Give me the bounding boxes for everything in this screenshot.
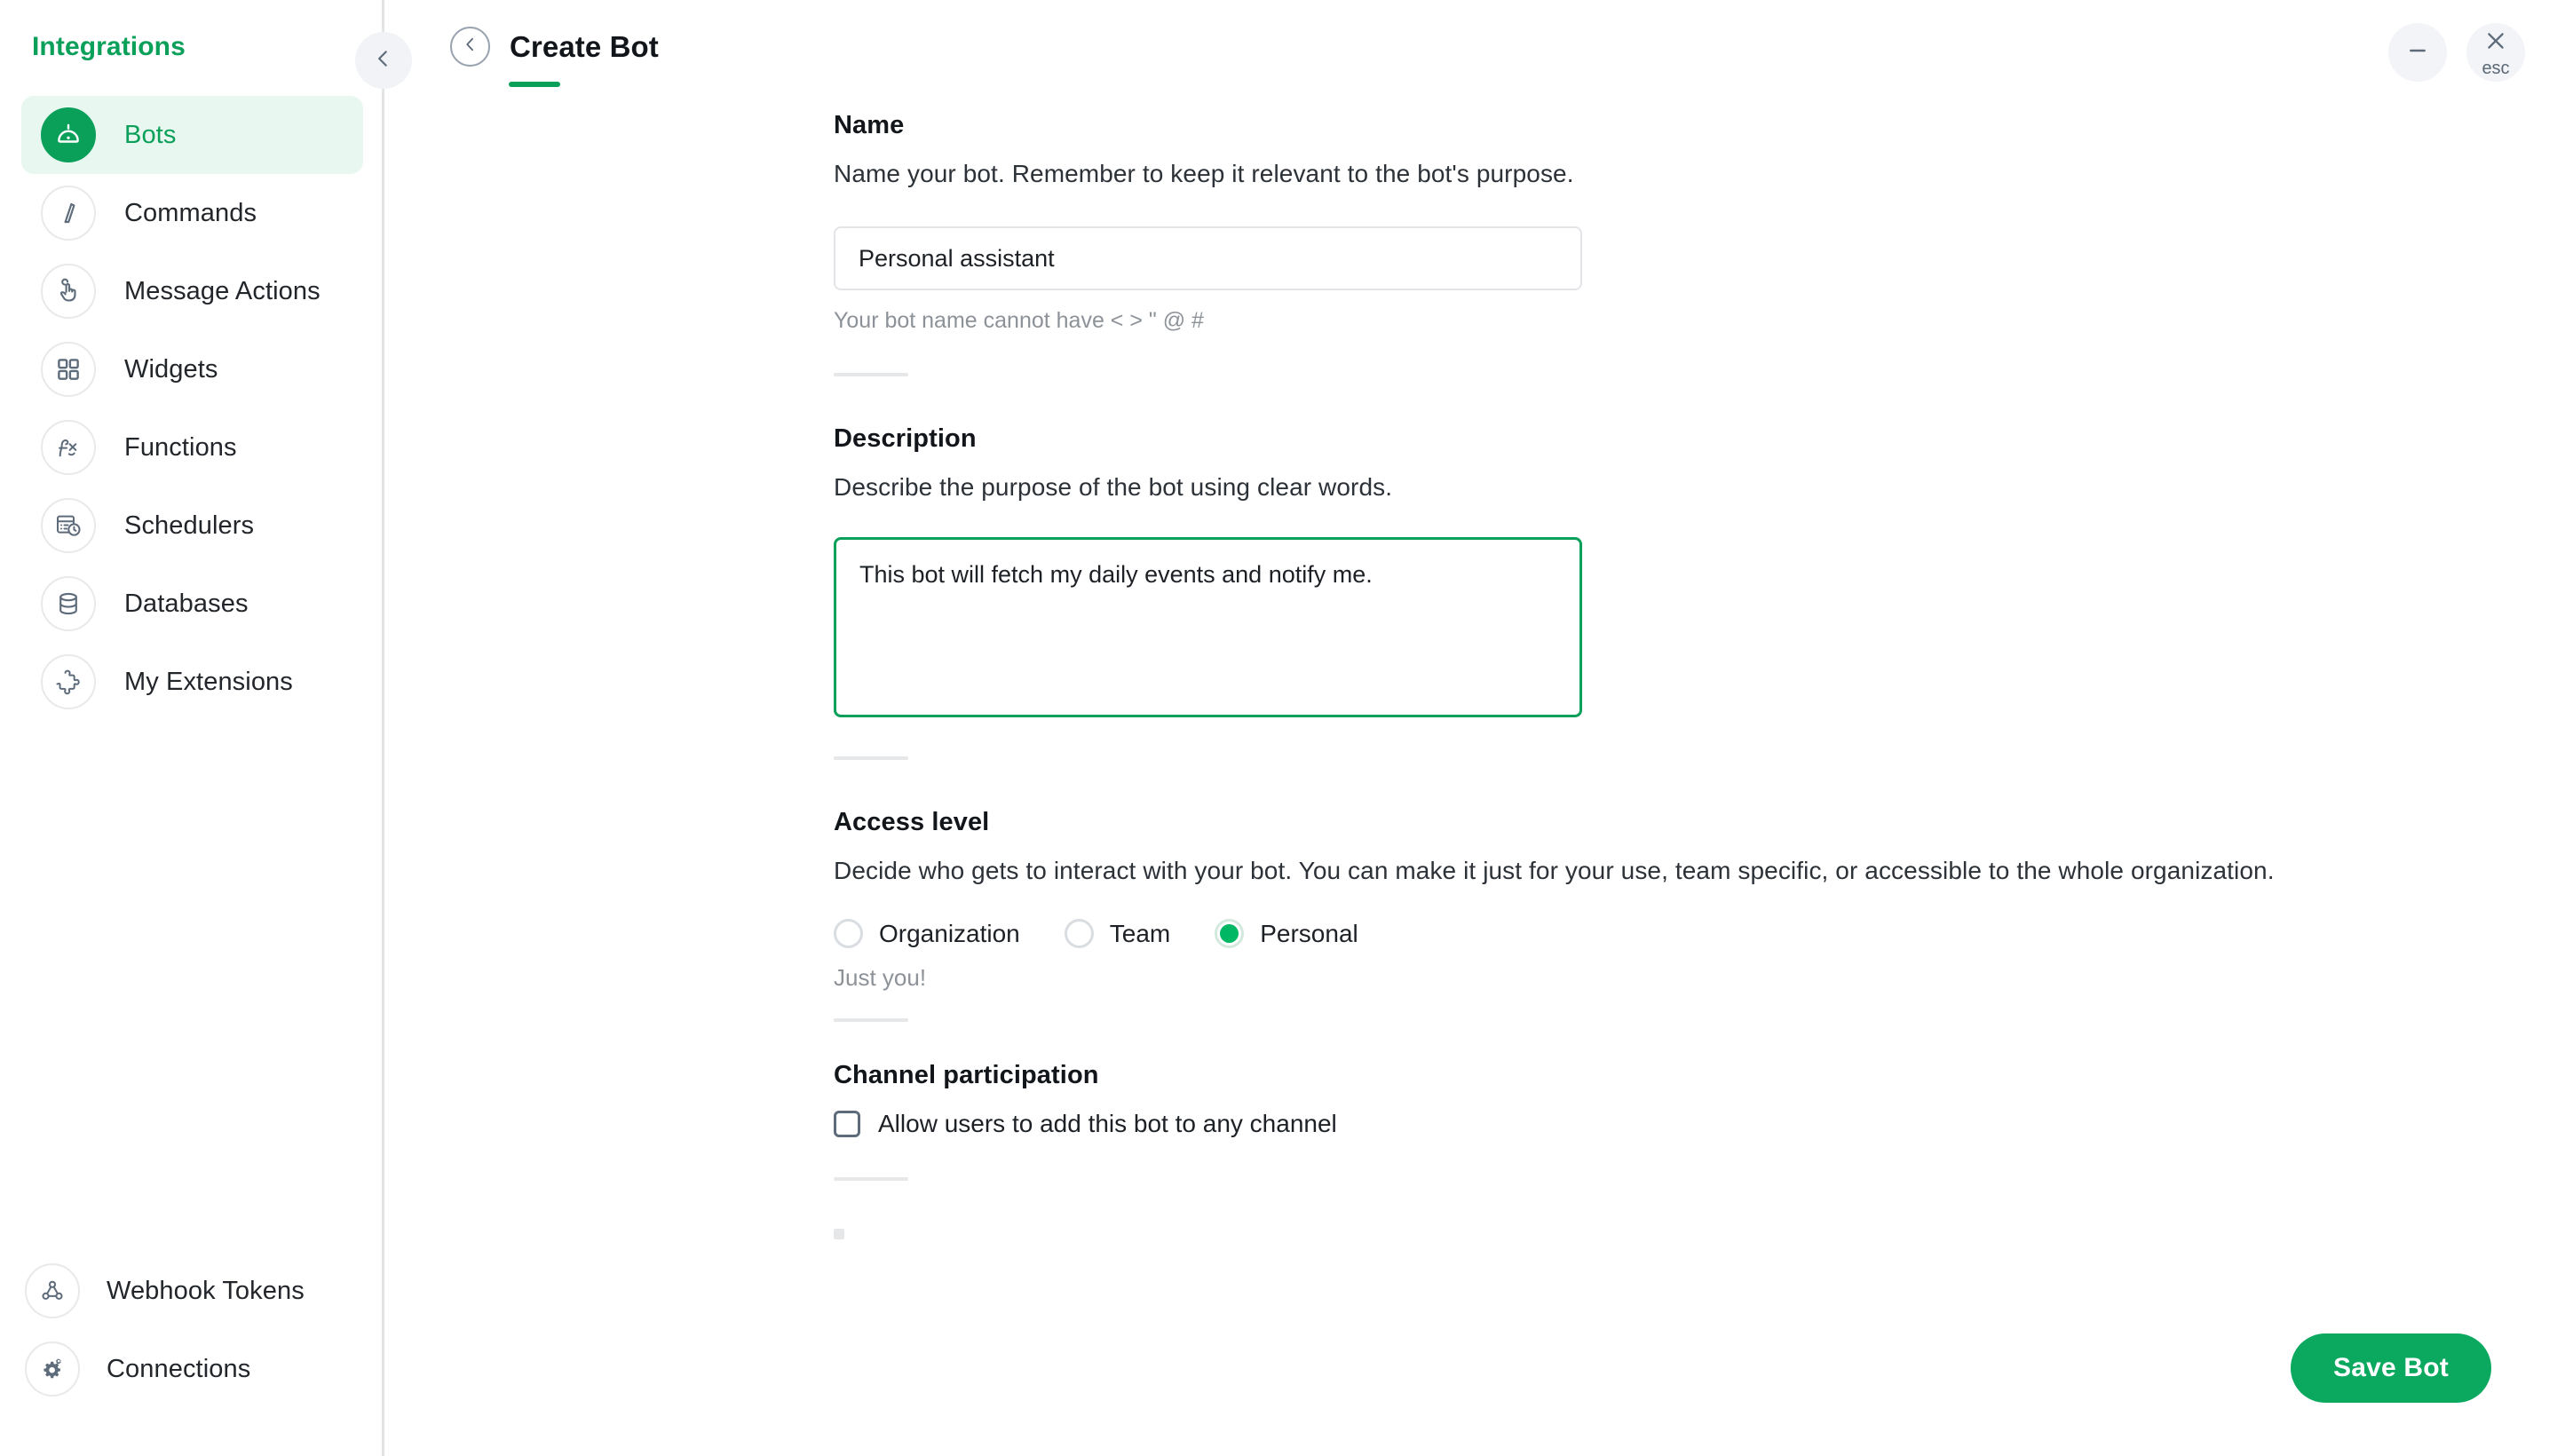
chevron-left-icon xyxy=(372,47,395,75)
sidebar-item-my-extensions[interactable]: My Extensions xyxy=(21,643,363,721)
sidebar-item-label: Bots xyxy=(124,120,177,149)
sidebar-item-bots[interactable]: Bots xyxy=(21,96,363,174)
sidebar-item-label: Schedulers xyxy=(124,510,255,540)
sidebar-nav: Bots Commands Message Actions Widgets Fu… xyxy=(0,96,384,721)
radio-circle-icon[interactable] xyxy=(834,919,863,948)
bot-name-helper: Your bot name cannot have < > " @ # xyxy=(834,308,1204,333)
sidebar-item-message-actions[interactable]: Message Actions xyxy=(21,252,363,330)
sidebar-item-label: My Extensions xyxy=(124,667,293,696)
database-cylinder-icon xyxy=(41,576,96,631)
close-x-icon xyxy=(2483,28,2508,58)
name-section: Name Name your bot. Remember to keep it … xyxy=(834,111,2557,334)
allow-any-channel-checkbox-row[interactable]: Allow users to add this bot to any chann… xyxy=(834,1110,2557,1138)
page-title-underline xyxy=(509,82,560,87)
slash-command-icon xyxy=(41,186,96,241)
access-level-radio-group: Organization Team Personal xyxy=(834,919,2557,948)
sidebar-item-commands[interactable]: Commands xyxy=(21,174,363,252)
sidebar-item-label: Message Actions xyxy=(124,276,321,305)
sidebar-item-databases[interactable]: Databases xyxy=(21,565,363,643)
sidebar-item-label: Functions xyxy=(124,432,237,462)
chevron-left-circle-icon xyxy=(462,36,479,58)
page-title: Create Bot xyxy=(510,29,659,63)
sidebar-bottom-nav: Webhook Tokens Connections xyxy=(0,1252,384,1408)
access-level-heading: Access level xyxy=(834,808,990,836)
radio-option-team[interactable]: Team xyxy=(1064,919,1171,948)
description-heading: Description xyxy=(834,424,977,453)
sidebar-item-label: Commands xyxy=(124,198,257,227)
sidebar-item-label: Databases xyxy=(124,589,249,618)
sidebar-item-schedulers[interactable]: Schedulers xyxy=(21,487,363,565)
radio-option-organization[interactable]: Organization xyxy=(834,919,1020,948)
save-bot-button[interactable]: Save Bot xyxy=(2291,1333,2491,1403)
radio-circle-selected-icon[interactable] xyxy=(1215,919,1245,948)
sidebar-title: Integrations xyxy=(32,32,186,61)
minimize-icon xyxy=(2405,38,2430,67)
radio-label: Team xyxy=(1109,919,1171,947)
puzzle-piece-icon xyxy=(41,654,96,709)
main-panel: Create Bot esc Name Name your bot. Remem… xyxy=(384,0,2557,1456)
sidebar-item-label: Widgets xyxy=(124,354,218,384)
close-button[interactable]: esc xyxy=(2466,23,2525,82)
sidebar-item-label: Connections xyxy=(107,1354,251,1383)
gears-icon xyxy=(25,1341,80,1397)
description-section: Description Describe the purpose of the … xyxy=(834,424,2557,717)
page-header: Create Bot xyxy=(450,27,659,67)
scheduler-clock-icon xyxy=(41,498,96,553)
create-bot-form: Name Name your bot. Remember to keep it … xyxy=(834,111,2557,1239)
sidebar-item-label: Webhook Tokens xyxy=(107,1276,305,1305)
access-level-section: Access level Decide who gets to interact… xyxy=(834,808,2557,992)
sidebar-item-functions[interactable]: Functions xyxy=(21,408,363,487)
radio-label: Organization xyxy=(879,919,1020,947)
radio-option-personal[interactable]: Personal xyxy=(1215,919,1358,948)
allow-any-channel-label: Allow users to add this bot to any chann… xyxy=(878,1110,1337,1137)
radio-circle-icon[interactable] xyxy=(1064,919,1094,948)
close-button-sublabel: esc xyxy=(2482,58,2510,78)
bot-icon xyxy=(41,107,96,162)
create-bot-modal: Integrations Bots Commands Message Actio… xyxy=(0,0,2557,1456)
radio-label: Personal xyxy=(1260,919,1358,947)
bot-name-input[interactable]: Personal assistant xyxy=(834,226,1582,290)
form-end-marker xyxy=(834,1229,844,1239)
description-description: Describe the purpose of the bot using cl… xyxy=(834,473,1393,501)
bot-description-textarea[interactable]: This bot will fetch my daily events and … xyxy=(834,537,1582,717)
sidebar-item-webhook-tokens[interactable]: Webhook Tokens xyxy=(21,1252,363,1330)
sidebar: Integrations Bots Commands Message Actio… xyxy=(0,0,412,1456)
grid-squares-icon xyxy=(41,342,96,397)
minimize-button[interactable] xyxy=(2388,23,2447,82)
name-description: Name your bot. Remember to keep it relev… xyxy=(834,160,1574,187)
access-level-note: Just you! xyxy=(834,964,927,991)
checkbox-icon[interactable] xyxy=(834,1111,860,1137)
window-controls: esc xyxy=(2388,23,2525,82)
access-level-description: Decide who gets to interact with your bo… xyxy=(834,857,2275,884)
function-puzzle-icon xyxy=(41,420,96,475)
channel-participation-section: Channel participation Allow users to add… xyxy=(834,1061,2557,1138)
sidebar-collapse-button[interactable] xyxy=(355,32,412,89)
name-heading: Name xyxy=(834,111,905,139)
webhook-icon xyxy=(25,1263,80,1318)
tap-hand-icon xyxy=(41,264,96,319)
back-button[interactable] xyxy=(450,27,490,67)
sidebar-item-connections[interactable]: Connections xyxy=(21,1330,363,1408)
channel-participation-heading: Channel participation xyxy=(834,1061,1099,1089)
sidebar-item-widgets[interactable]: Widgets xyxy=(21,330,363,408)
